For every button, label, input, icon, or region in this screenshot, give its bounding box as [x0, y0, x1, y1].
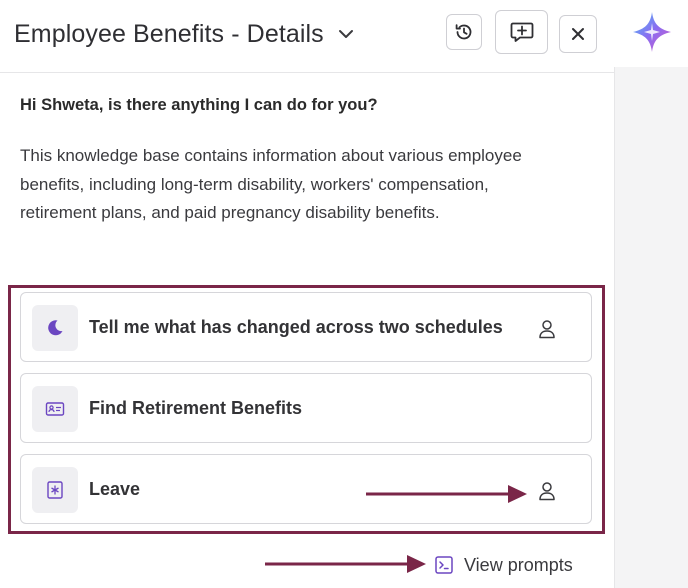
prompt-card-schedules[interactable]: Tell me what has changed across two sche…	[20, 292, 592, 362]
leave-icon	[32, 467, 78, 513]
prompt-label: Tell me what has changed across two sche…	[89, 317, 503, 337]
sparkle-icon[interactable]	[631, 10, 673, 54]
knowledge-base-description: This knowledge base contains information…	[20, 146, 522, 222]
panel-title: Employee Benefits - Details	[14, 19, 324, 48]
prompt-label: Find Retirement Benefits	[89, 398, 303, 418]
knowledge-base-selector[interactable]: Employee Benefits - Details	[14, 14, 356, 54]
user-icon	[539, 320, 555, 339]
user-icon	[539, 482, 555, 501]
history-icon	[455, 24, 472, 40]
annotation-arrow-user-icon	[366, 485, 527, 503]
history-button[interactable]	[446, 14, 482, 50]
view-prompts-link[interactable]: View prompts	[434, 553, 573, 577]
new-chat-icon	[510, 22, 533, 42]
new-chat-button[interactable]	[495, 10, 548, 54]
view-prompts-label: View prompts	[464, 554, 573, 575]
chevron-down-icon	[336, 24, 356, 44]
prompt-label: Leave	[89, 479, 141, 499]
terminal-icon	[435, 556, 453, 574]
side-pane	[614, 67, 688, 588]
prompt-card-retirement[interactable]: Find Retirement Benefits	[20, 373, 592, 443]
close-button[interactable]	[559, 15, 597, 53]
close-icon	[572, 28, 584, 40]
moon-icon	[32, 305, 78, 351]
id-card-icon	[32, 386, 78, 432]
greeting-message: Hi Shweta, is there anything I can do fo…	[20, 96, 378, 114]
assistant-panel: Employee Benefits - Details Hi Shweta, i…	[0, 0, 688, 588]
panel-header: Employee Benefits - Details	[0, 0, 614, 73]
annotation-arrow-view-prompts	[265, 555, 426, 573]
